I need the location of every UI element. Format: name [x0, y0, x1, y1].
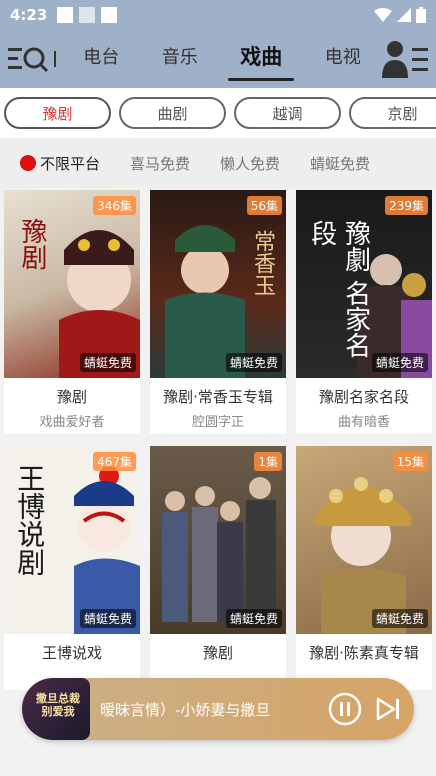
platform-badge: 蜻蜓免费 — [79, 609, 136, 628]
tab-radio[interactable]: 电台 — [83, 43, 119, 75]
episode-count-badge: 239集 — [385, 196, 428, 215]
search-menu-icon[interactable] — [8, 41, 62, 77]
album-card[interactable]: 1集 蜻蜓免费 豫剧 — [150, 446, 286, 690]
genre-tab-quju[interactable]: 曲剧 — [119, 97, 226, 129]
tab-opera[interactable]: 戏曲 — [228, 41, 295, 81]
notification-icon — [79, 7, 96, 23]
genre-tab-jingju[interactable]: 京剧 — [349, 97, 436, 129]
top-navigation: 电台 音乐 戏曲 电视 — [0, 30, 436, 88]
cover-art-text: 豫剧 — [17, 218, 47, 270]
album-card[interactable]: 15集 蜻蜓免费 豫剧·陈素真专辑 — [296, 446, 432, 690]
tab-music[interactable]: 音乐 — [162, 43, 198, 75]
pause-icon — [328, 692, 362, 726]
album-author: 曲有暗香 — [337, 415, 390, 430]
cover-art-text: 撒旦总裁 别爱我 — [36, 692, 80, 718]
genre-tab-yuediao[interactable]: 越调 — [234, 97, 341, 129]
wifi-icon — [374, 8, 392, 22]
platform-badge: 蜻蜓免费 — [225, 609, 282, 628]
album-card[interactable]: 王博说剧 467集 蜻蜓免费 王博说戏 — [4, 446, 140, 690]
next-track-button[interactable] — [374, 695, 402, 723]
episode-count-badge: 467集 — [93, 452, 136, 471]
platform-badge: 蜻蜓免费 — [371, 353, 428, 372]
group-photo-image — [162, 477, 276, 622]
filter-lanren[interactable]: 懒人免费 — [220, 153, 280, 174]
signal-icon — [397, 8, 411, 22]
skip-next-icon — [376, 697, 399, 721]
user-profile-icon[interactable] — [382, 40, 428, 78]
notification-icon — [57, 7, 74, 23]
album-card[interactable]: 豫劇 名家名段 239集 蜻蜓免费 豫剧名家名段 曲有暗香 — [296, 190, 432, 434]
battery-icon — [416, 7, 426, 23]
album-cover: 15集 蜻蜓免费 — [296, 446, 432, 634]
album-title: 豫剧·陈素真专辑 — [309, 644, 419, 662]
platform-badge: 蜻蜓免费 — [371, 609, 428, 628]
now-playing-cover: 撒旦总裁 别爱我 — [22, 678, 90, 740]
genre-tabs: 豫剧 曲剧 越调 京剧 — [0, 88, 436, 138]
genre-tab-yuju[interactable]: 豫剧 — [4, 97, 111, 129]
album-title: 豫剧 — [56, 388, 87, 406]
cover-art-text: 常香玉 — [250, 230, 275, 296]
status-time: 4:23 — [10, 6, 48, 24]
episode-count-badge: 15集 — [392, 452, 428, 471]
album-title: 王博说戏 — [41, 644, 102, 662]
album-cover: 常香玉 56集 蜻蜓免费 — [150, 190, 286, 378]
filter-all-platforms[interactable]: 不限平台 — [20, 153, 100, 174]
filter-ximalaya[interactable]: 喜马免费 — [130, 153, 190, 174]
album-cover: 豫剧 346集 蜻蜓免费 — [4, 190, 140, 378]
album-title: 豫剧·常香玉专辑 — [163, 388, 273, 406]
mini-player[interactable]: 撒旦总裁 别爱我 暧昧言情）-小娇妻与撒旦 — [22, 678, 414, 740]
filter-qingting[interactable]: 蜻蜓免费 — [310, 153, 370, 174]
album-cover: 王博说剧 467集 蜻蜓免费 — [4, 446, 140, 634]
opera-figure-image — [316, 477, 411, 634]
pause-button[interactable] — [328, 692, 362, 726]
album-author: 腔圆字正 — [191, 415, 244, 430]
album-author: 戏曲爱好者 — [39, 415, 105, 430]
notification-icon — [101, 7, 118, 23]
episode-count-badge: 346集 — [93, 196, 136, 215]
cover-art-text: 豫劇 名家名段 — [306, 220, 371, 359]
platform-filters: 不限平台 喜马免费 懒人免费 蜻蜓免费 — [0, 138, 436, 188]
episode-count-badge: 56集 — [246, 196, 282, 215]
filter-label: 不限平台 — [40, 154, 101, 173]
platform-badge: 蜻蜓免费 — [225, 353, 282, 372]
platform-badge: 蜻蜓免费 — [79, 353, 136, 372]
album-cover: 豫劇 名家名段 239集 蜻蜓免费 — [296, 190, 432, 378]
cover-art-text: 王博说剧 — [13, 464, 47, 576]
album-title: 豫剧 — [202, 644, 233, 662]
album-cover: 1集 蜻蜓免费 — [150, 446, 286, 634]
selected-dot-icon — [20, 155, 36, 171]
album-card[interactable]: 豫剧 346集 蜻蜓免费 豫剧 戏曲爱好者 — [4, 190, 140, 434]
now-playing-title: 暧昧言情）-小娇妻与撒旦 — [100, 700, 271, 719]
album-card[interactable]: 常香玉 56集 蜻蜓免费 豫剧·常香玉专辑 腔圆字正 — [150, 190, 286, 434]
status-bar: 4:23 — [0, 0, 436, 30]
tab-tv[interactable]: 电视 — [325, 43, 361, 75]
album-grid: 豫剧 346集 蜻蜓免费 豫剧 戏曲爱好者 常香玉 56集 蜻蜓免费 豫剧·常香… — [4, 190, 434, 690]
episode-count-badge: 1集 — [254, 452, 282, 471]
album-title: 豫剧名家名段 — [318, 388, 409, 406]
